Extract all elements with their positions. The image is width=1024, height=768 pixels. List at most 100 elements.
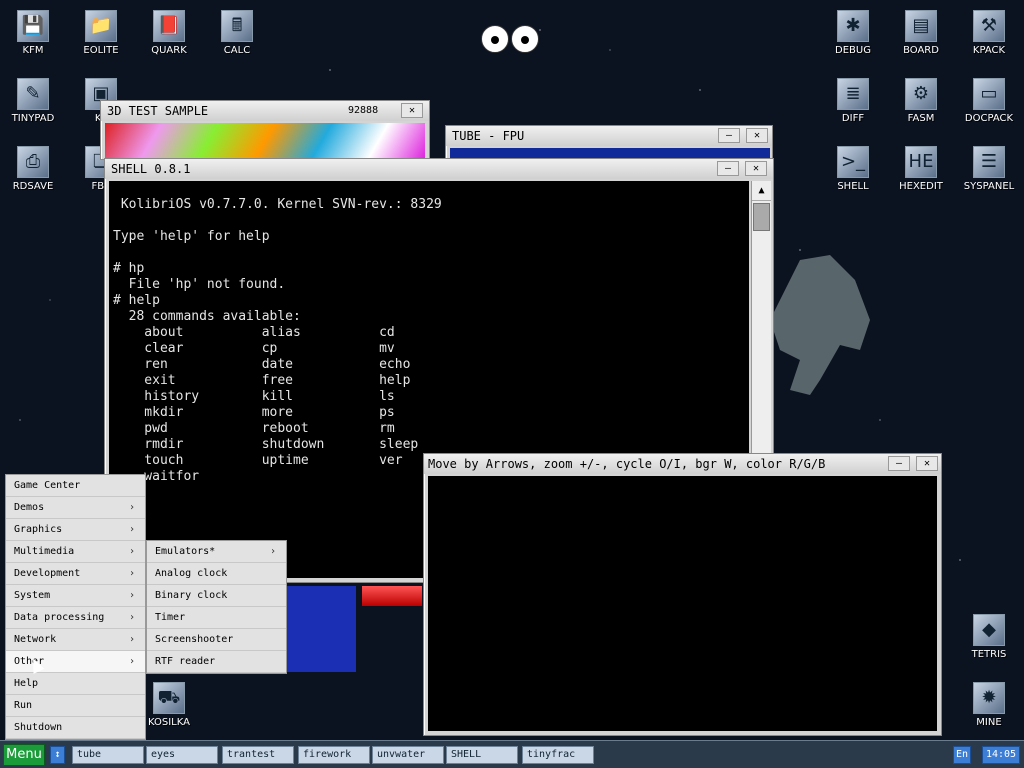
desktop-icon-label: TETRIS bbox=[971, 649, 1007, 660]
desktop-icon-tetris[interactable]: ◆ TETRIS bbox=[959, 614, 1019, 660]
task-button-label: unvwater bbox=[377, 749, 426, 760]
right-eye bbox=[511, 25, 539, 53]
minimize-button[interactable]: – bbox=[717, 161, 739, 176]
desktop-icon-kosilka[interactable]: ⛟ KOSILKA bbox=[139, 682, 199, 728]
desktop-icon-label: QUARK bbox=[151, 45, 187, 56]
language-indicator[interactable]: En bbox=[953, 746, 971, 764]
desktop-icon-diff[interactable]: ≣ DIFF bbox=[823, 78, 883, 124]
clock[interactable]: 14:05 bbox=[982, 746, 1020, 764]
fps-readout: 92888 bbox=[348, 105, 379, 116]
menu-item-help[interactable]: Help bbox=[6, 673, 145, 695]
desktop-icon-mine[interactable]: ✹ MINE bbox=[959, 682, 1019, 728]
menu-item-screenshooter[interactable]: Screenshooter bbox=[147, 629, 286, 651]
desktop-icon-fasm[interactable]: ⚙ FASM bbox=[891, 78, 951, 124]
menu-item-label: Screenshooter bbox=[155, 634, 234, 645]
desktop-icon-rdsave[interactable]: ⎙ RDSAVE bbox=[3, 146, 63, 192]
menu-item-game-center[interactable]: Game Center bbox=[6, 475, 145, 497]
menu-item-label: Shutdown bbox=[14, 722, 63, 733]
desktop-icon-kpack[interactable]: ⚒ KPACK bbox=[959, 10, 1019, 56]
menu-item-network[interactable]: Network › bbox=[6, 629, 145, 651]
notepad-icon: ✎ bbox=[17, 78, 49, 110]
menu-item-label: Development bbox=[14, 568, 81, 579]
menu-item-system[interactable]: System › bbox=[6, 585, 145, 607]
shell-line: clear cp mv bbox=[113, 341, 395, 356]
floppy-icon: 💾 bbox=[17, 10, 49, 42]
desktop-icon-calc[interactable]: 🖩 CALC bbox=[207, 10, 267, 56]
task-button-trantest[interactable]: trantest bbox=[222, 746, 294, 764]
desktop-icon-quark[interactable]: 📕 QUARK bbox=[139, 10, 199, 56]
menu-item-binary-clock[interactable]: Binary clock bbox=[147, 585, 286, 607]
shell-line: exit free help bbox=[113, 373, 411, 388]
menu-button[interactable]: Menu bbox=[3, 744, 45, 766]
menu-item-timer[interactable]: Timer bbox=[147, 607, 286, 629]
menu-item-label: Demos bbox=[14, 502, 45, 513]
menu-button-label: Menu bbox=[6, 747, 42, 762]
menu-item-graphics[interactable]: Graphics › bbox=[6, 519, 145, 541]
start-menu[interactable]: Game Center Demos › Graphics › Multimedia › Dev… bbox=[5, 474, 146, 740]
task-button-label: SHELL bbox=[451, 749, 482, 760]
menu-item-multimedia[interactable]: Multimedia › bbox=[6, 541, 145, 563]
task-button-eyes[interactable]: eyes bbox=[146, 746, 218, 764]
scroll-up-arrow-icon[interactable]: ▲ bbox=[752, 181, 771, 201]
window-tinyfrac-title-text: Move by Arrows, zoom +/-, cycle O/I, bgr… bbox=[428, 457, 826, 471]
desktop-icon-label: RDSAVE bbox=[12, 181, 54, 192]
window-shell-title[interactable]: SHELL 0.8.1 – ✕ bbox=[105, 159, 773, 179]
menu-item-rtf-reader[interactable]: RTF reader bbox=[147, 651, 286, 673]
task-button-tinyfrac[interactable]: tinyfrac bbox=[522, 746, 594, 764]
menu-item-emulators[interactable]: Emulators* › bbox=[147, 541, 286, 563]
minimize-button[interactable]: – bbox=[718, 128, 740, 143]
task-button-label: firework bbox=[303, 749, 352, 760]
shell-line: ren date echo bbox=[113, 357, 411, 372]
window-3d-test[interactable]: 3D TEST SAMPLE 92888 ✕ bbox=[100, 100, 430, 160]
menu-item-other[interactable]: Other › bbox=[6, 651, 145, 673]
scroll-thumb[interactable] bbox=[753, 203, 770, 231]
desktop-icon-shell[interactable]: >_ SHELL bbox=[823, 146, 883, 192]
menu-item-data-processing[interactable]: Data processing › bbox=[6, 607, 145, 629]
chevron-right-icon: › bbox=[128, 634, 135, 645]
window-3d-test-title[interactable]: 3D TEST SAMPLE 92888 ✕ bbox=[101, 101, 429, 121]
menu-item-demos[interactable]: Demos › bbox=[6, 497, 145, 519]
window-tube-title[interactable]: TUBE - FPU – ✕ bbox=[446, 126, 772, 146]
desktop-icon-hexedit[interactable]: HE HEXEDIT bbox=[891, 146, 951, 192]
close-button[interactable]: ✕ bbox=[916, 456, 938, 471]
desktop-icon-kfm[interactable]: 💾 KFM bbox=[3, 10, 63, 56]
desktop-icon-board[interactable]: ▤ BOARD bbox=[891, 10, 951, 56]
menu-item-run[interactable]: Run bbox=[6, 695, 145, 717]
task-button-shell[interactable]: SHELL bbox=[446, 746, 518, 764]
desktop-icon-debug[interactable]: ✱ DEBUG bbox=[823, 10, 883, 56]
task-button-firework[interactable]: firework bbox=[298, 746, 370, 764]
mower-icon: ⛟ bbox=[153, 682, 185, 714]
desktop-icon-label: SHELL bbox=[837, 181, 869, 192]
window-tinyfrac-title[interactable]: Move by Arrows, zoom +/-, cycle O/I, bgr… bbox=[424, 454, 941, 474]
menu-item-analog-clock[interactable]: Analog clock bbox=[147, 563, 286, 585]
menu-item-development[interactable]: Development › bbox=[6, 563, 145, 585]
menu-item-label: RTF reader bbox=[155, 656, 216, 667]
close-icon: ✕ bbox=[923, 458, 931, 469]
close-button[interactable]: ✕ bbox=[746, 128, 768, 143]
task-button-label: tinyfrac bbox=[527, 749, 576, 760]
task-button-tube[interactable]: tube bbox=[72, 746, 144, 764]
tinyfrac-canvas[interactable] bbox=[428, 476, 937, 731]
desktop-icon-label: DOCPACK bbox=[964, 113, 1014, 124]
tree-wallpaper bbox=[770, 255, 870, 395]
sliders-icon: ☰ bbox=[973, 146, 1005, 178]
desktop-icon-docpack[interactable]: ▭ DOCPACK bbox=[959, 78, 1019, 124]
close-button[interactable]: ✕ bbox=[401, 103, 423, 118]
window-tube-title-text: TUBE - FPU bbox=[452, 129, 525, 143]
minimize-button[interactable]: – bbox=[888, 456, 910, 471]
window-tinyfrac[interactable]: Move by Arrows, zoom +/-, cycle O/I, bgr… bbox=[423, 453, 942, 736]
3d-canvas[interactable] bbox=[105, 123, 425, 159]
task-switch-button[interactable]: ↕ bbox=[50, 746, 65, 764]
desktop-icon-syspanel[interactable]: ☰ SYSPANEL bbox=[959, 146, 1019, 192]
eyes-widget bbox=[481, 25, 541, 55]
desktop-icon-label: HEXEDIT bbox=[899, 181, 943, 192]
desktop-icon-tinypad[interactable]: ✎ TINYPAD bbox=[3, 78, 63, 124]
start-submenu-other[interactable]: Emulators* › Analog clock Binary clock Timer… bbox=[146, 540, 287, 674]
desktop-icon-label: MINE bbox=[976, 717, 1002, 728]
desktop-icon-eolite[interactable]: 📁 EOLITE bbox=[71, 10, 131, 56]
task-button-unvwater[interactable]: unvwater bbox=[372, 746, 444, 764]
updown-arrows-icon: ↕ bbox=[54, 749, 61, 760]
menu-item-shutdown[interactable]: Shutdown bbox=[6, 717, 145, 739]
close-button[interactable]: ✕ bbox=[745, 161, 767, 176]
